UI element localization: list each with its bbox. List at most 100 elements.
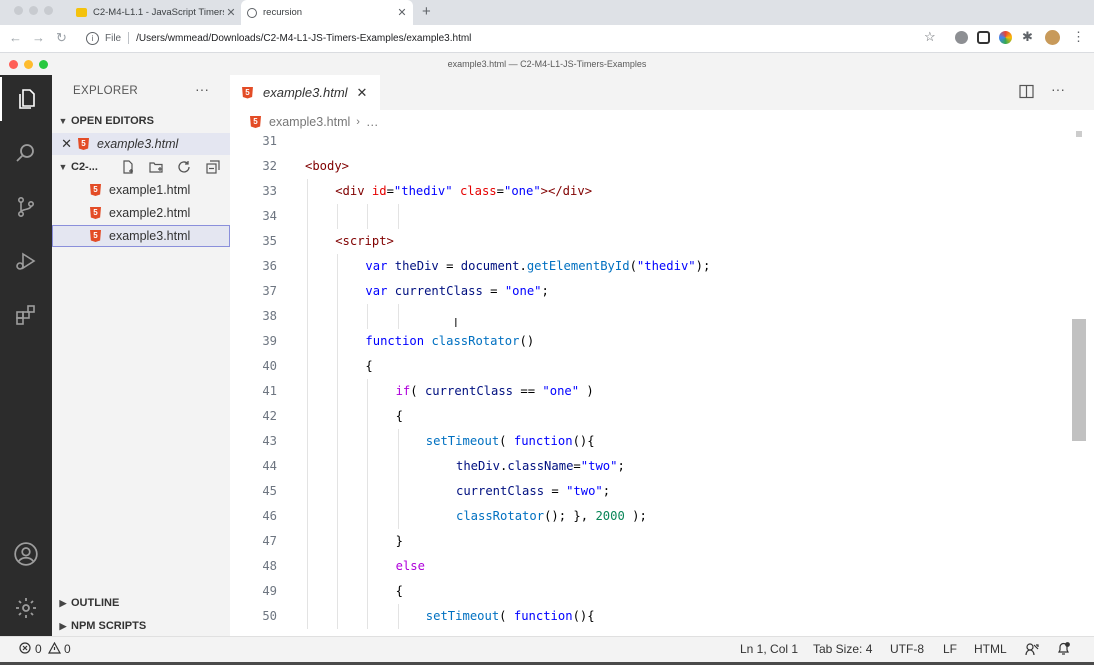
code-line[interactable]: 31 [230, 133, 1070, 154]
settings-gear-icon[interactable] [0, 586, 52, 630]
breadcrumb-more[interactable]: … [366, 115, 379, 129]
error-count[interactable]: 0 [35, 642, 42, 656]
extension-icon[interactable] [955, 31, 968, 44]
code-line[interactable]: 44 theDiv.className="two"; [230, 454, 1070, 479]
code-line[interactable]: 40 { [230, 354, 1070, 379]
line-number[interactable]: 32 [230, 154, 277, 179]
close-tab-icon[interactable]: ✕ [357, 85, 368, 101]
split-editor-icon[interactable] [1019, 84, 1034, 104]
open-editor-item[interactable]: ✕ 5 example3.html [52, 133, 230, 155]
mac-zoom-button[interactable] [44, 6, 53, 15]
window-zoom-button[interactable] [39, 60, 48, 69]
line-number[interactable]: 42 [230, 404, 277, 429]
run-debug-icon[interactable] [0, 239, 52, 283]
code-line[interactable]: 47} [230, 529, 1070, 554]
more-actions-icon[interactable]: ··· [195, 81, 209, 97]
account-icon[interactable] [0, 532, 52, 576]
forward-arrow-icon[interactable]: → [32, 30, 45, 45]
file-item-example3[interactable]: 5 example3.html [52, 225, 230, 247]
line-number[interactable]: 35 [230, 229, 277, 254]
code-line[interactable]: 49 { [230, 579, 1070, 604]
end-of-line[interactable]: LF [943, 642, 957, 656]
close-tab-icon[interactable]: ✕ [395, 6, 409, 19]
file-encoding[interactable]: UTF-8 [890, 642, 924, 656]
language-mode[interactable]: HTML [974, 642, 1007, 656]
reload-icon[interactable]: ↻ [56, 30, 67, 46]
line-number[interactable]: 31 [230, 133, 277, 154]
line-number[interactable]: 38 [230, 304, 277, 329]
code-line[interactable]: 48 else [230, 554, 1070, 579]
new-tab-button[interactable]: + [422, 3, 431, 20]
color-picker-extension-icon[interactable] [999, 31, 1012, 44]
line-number[interactable]: 46 [230, 504, 277, 529]
line-number[interactable]: 37 [230, 279, 277, 304]
line-number[interactable]: 43 [230, 429, 277, 454]
code-line[interactable]: 41 if( currentClass == "one" ) [230, 379, 1070, 404]
mac-close-button[interactable] [14, 6, 23, 15]
tab-size[interactable]: Tab Size: 4 [813, 642, 872, 656]
line-number[interactable]: 41 [230, 379, 277, 404]
source-control-icon[interactable] [0, 185, 52, 229]
code-line[interactable]: 36 var theDiv = document.getElementById("… [230, 254, 1070, 279]
info-icon[interactable]: i [86, 31, 99, 45]
code-line[interactable]: 39 function classRotator() [230, 329, 1070, 354]
code-line[interactable]: 46 classRotator(); }, 2000 ); [230, 504, 1070, 529]
window-minimize-button[interactable] [24, 60, 33, 69]
new-file-icon[interactable] [120, 159, 136, 175]
editor-more-actions-icon[interactable]: ··· [1051, 81, 1065, 97]
search-icon[interactable] [0, 131, 52, 175]
line-number[interactable]: 50 [230, 604, 277, 629]
refresh-icon[interactable] [176, 159, 192, 175]
npm-scripts-section[interactable]: ▶ NPM SCRIPTS [52, 615, 230, 637]
address-bar[interactable]: i File /Users/wmmead/Downloads/C2-M4-L1-… [78, 28, 946, 48]
open-editors-section[interactable]: ▼ OPEN EDITORS [52, 110, 230, 132]
vertical-scrollbar-thumb[interactable] [1072, 319, 1086, 441]
explorer-files-icon[interactable] [0, 77, 52, 121]
code-line[interactable]: 50 setTimeout( function(){ [230, 604, 1070, 629]
cursor-position[interactable]: Ln 1, Col 1 [740, 642, 798, 656]
folder-section[interactable]: ▼ C2-... [52, 156, 230, 178]
line-number[interactable]: 47 [230, 529, 277, 554]
new-folder-icon[interactable] [148, 159, 164, 175]
line-number[interactable]: 34 [230, 204, 277, 229]
line-number[interactable]: 48 [230, 554, 277, 579]
code-line[interactable]: 33 <div id="thediv" class="one"></div> [230, 179, 1070, 204]
warning-count[interactable]: 0 [64, 642, 71, 656]
breadcrumb-file[interactable]: example3.html [269, 115, 350, 129]
line-number[interactable]: 45 [230, 479, 277, 504]
profile-avatar[interactable] [1045, 30, 1060, 45]
close-tab-icon[interactable]: ✕ [224, 6, 238, 19]
line-number[interactable]: 44 [230, 454, 277, 479]
code-line[interactable]: 45 currentClass = "two"; [230, 479, 1070, 504]
puzzle-extensions-icon[interactable]: ✱ [1022, 29, 1033, 45]
code-line[interactable]: 34 [230, 204, 1070, 229]
browser-tab-timers[interactable]: C2-M4-L1.1 - JavaScript Timers ✕ [70, 0, 242, 25]
code-line[interactable]: 38 [230, 304, 1070, 329]
line-number[interactable]: 39 [230, 329, 277, 354]
line-number[interactable]: 40 [230, 354, 277, 379]
bookmark-star-icon[interactable]: ☆ [924, 29, 936, 45]
mac-minimize-button[interactable] [29, 6, 38, 15]
collapse-all-icon[interactable] [205, 159, 221, 175]
code-line[interactable]: 37 var currentClass = "one"; [230, 279, 1070, 304]
extensions-icon[interactable] [0, 293, 52, 337]
url-text[interactable]: /Users/wmmead/Downloads/C2-M4-L1-JS-Time… [136, 33, 471, 44]
back-arrow-icon[interactable]: ← [9, 30, 22, 45]
line-number[interactable]: 36 [230, 254, 277, 279]
close-editor-icon[interactable]: ✕ [52, 133, 72, 155]
browser-tab-recursion[interactable]: recursion ✕ [241, 0, 413, 25]
notion-extension-icon[interactable] [977, 31, 990, 44]
notifications-bell-icon[interactable] [1057, 642, 1070, 659]
code-line[interactable]: 35 <script> [230, 229, 1070, 254]
warning-icon[interactable] [47, 641, 62, 657]
chrome-menu-icon[interactable]: ⋮ [1072, 29, 1085, 45]
editor-tab-example3[interactable]: 5 example3.html ✕ [230, 75, 380, 110]
file-item-example1[interactable]: 5 example1.html [52, 179, 230, 201]
outline-section[interactable]: ▶ OUTLINE [52, 592, 230, 614]
line-number[interactable]: 49 [230, 579, 277, 604]
line-number[interactable]: 33 [230, 179, 277, 204]
window-close-button[interactable] [9, 60, 18, 69]
file-item-example2[interactable]: 5 example2.html [52, 202, 230, 224]
code-line[interactable]: 43 setTimeout( function(){ [230, 429, 1070, 454]
code-editor[interactable]: 31 32 <body> 33 <div id="thediv" class="one"… [230, 133, 1080, 636]
